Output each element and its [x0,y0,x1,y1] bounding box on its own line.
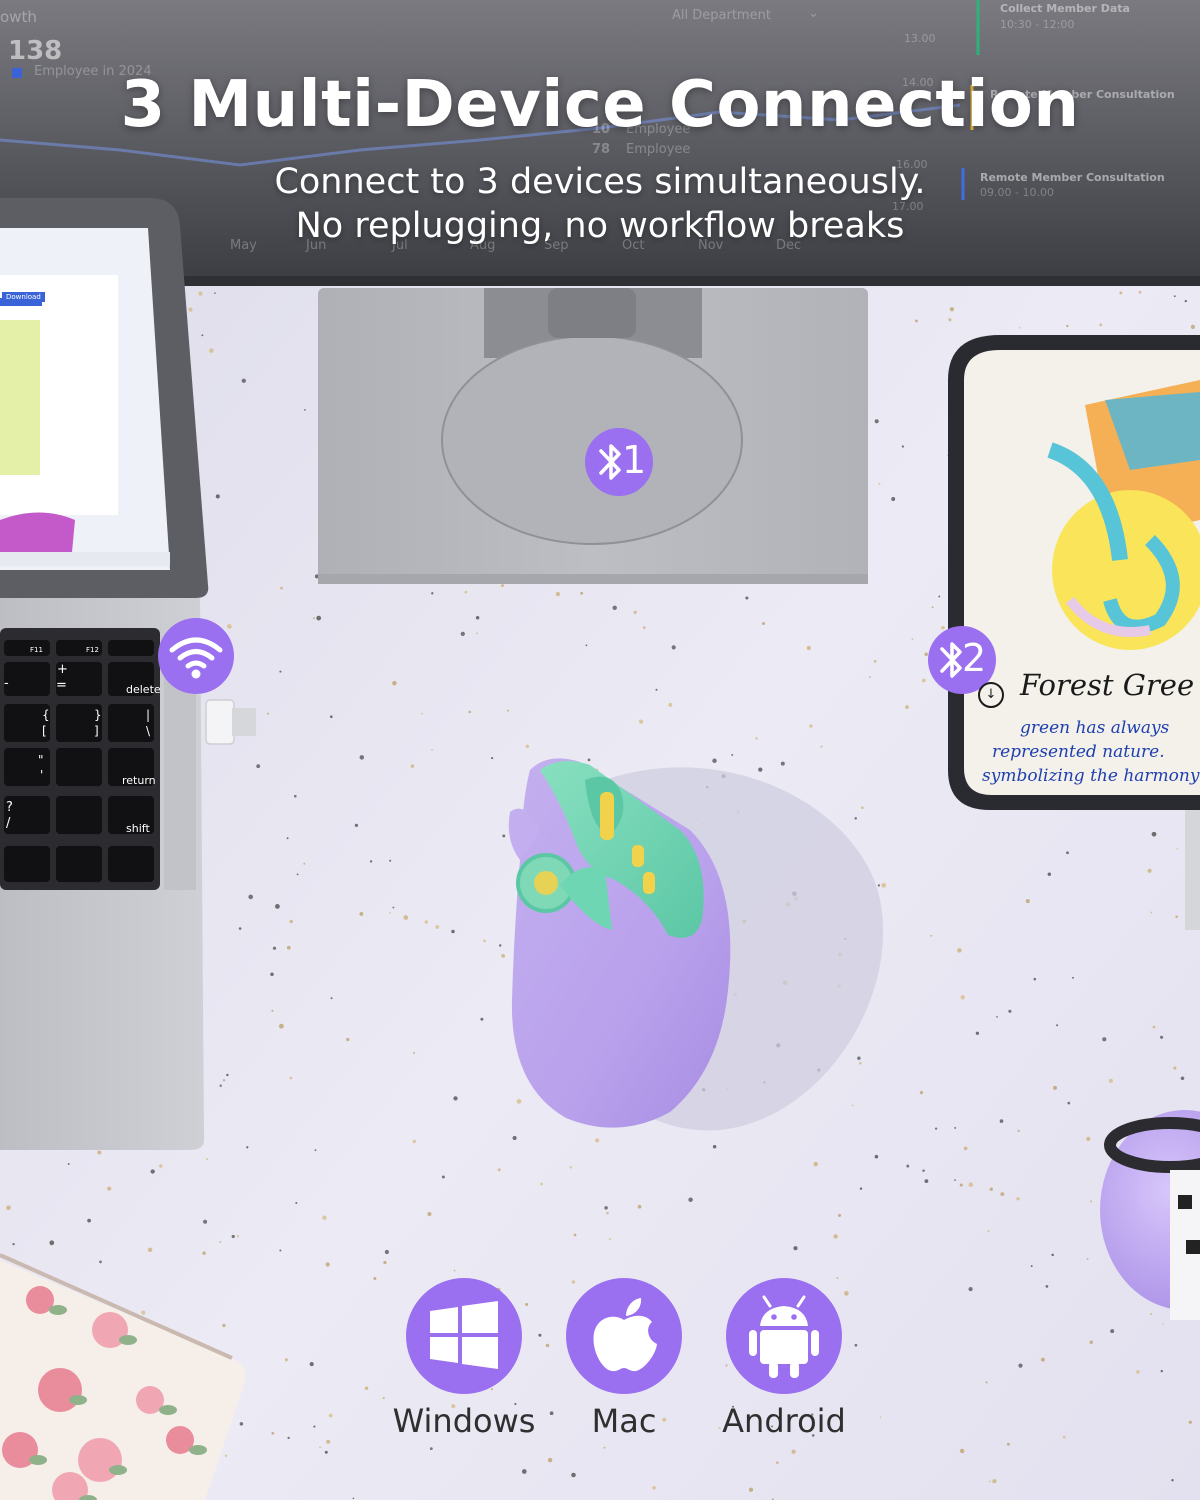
schedule-title: Collect Member Data [1000,2,1130,15]
bluetooth-channel-1: 1 [622,438,647,482]
time-label: 13.00 [904,32,936,45]
key-brace-close: } [94,708,102,722]
key-f11: F11 [30,646,43,654]
chevron-down-icon[interactable]: ⌄ [808,6,819,21]
key-slash: / [6,816,11,831]
key-question: ? [6,800,13,815]
key-pipe: | [146,708,151,722]
os-label-windows: Windows [392,1402,536,1440]
key-backslash: \ [146,724,151,738]
tablet-icon: ↓ [978,682,1004,708]
key-f12: F12 [86,646,99,654]
key-equals: = [56,678,67,693]
key-return: return [122,774,156,787]
download-button[interactable]: Download [2,292,45,302]
tablet-text-line: symbolizing the harmony [982,766,1200,786]
employee-count: 138 [8,36,63,66]
key-minus: - [4,676,9,691]
key-plus: + [57,662,68,677]
page-subtitle-line-1: Connect to 3 devices simultaneously. [274,162,926,202]
os-label-mac: Mac [591,1402,657,1440]
key-delete: delete [126,683,161,696]
key-quote: " [38,753,44,767]
tablet-text-line: green has always [1020,718,1170,738]
key-bracket-close: ] [94,724,99,738]
mac-badge [566,1278,682,1394]
chart-growth-label: owth [0,8,37,26]
bluetooth-channel-2: 2 [962,636,987,680]
key-brace-open: { [42,708,50,722]
wireless-badge [158,618,234,694]
windows-badge [406,1278,522,1394]
schedule-time: 10:30 - 12:00 [1000,18,1075,31]
tooltip-label-2: Employee [626,142,691,157]
page-title: 3 Multi-Device Connection [120,68,1080,142]
key-apostrophe: ' [40,768,44,782]
page-subtitle-line-2: No replugging, no workflow breaks [295,206,905,246]
product-hero: owth 138 Employee in 2024 All Department… [0,0,1200,1500]
tablet-heading: Forest Gree [1020,668,1195,702]
key-shift: shift [126,822,150,835]
android-badge [726,1278,842,1394]
department-filter[interactable]: All Department [672,8,771,23]
tooltip-value-2: 78 [592,142,611,157]
tablet-text-line: represented nature. [992,742,1165,762]
os-label-android: Android [722,1402,846,1440]
key-bracket-open: [ [42,724,47,738]
